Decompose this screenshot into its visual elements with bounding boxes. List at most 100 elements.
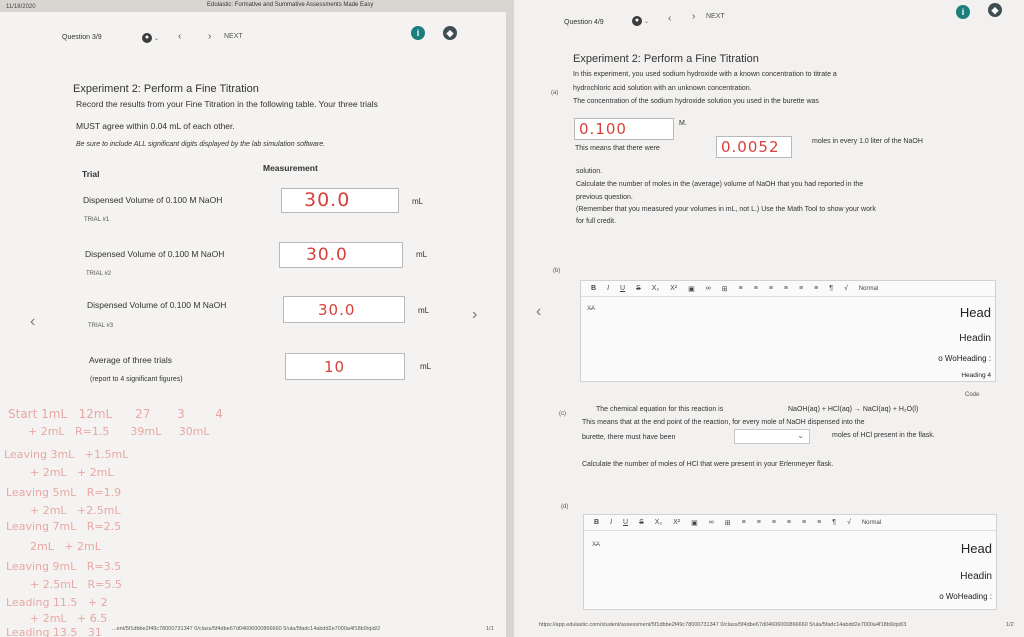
- align-center-icon[interactable]: ≡: [757, 519, 761, 526]
- style-heading-2[interactable]: o WoHeading :: [939, 592, 992, 601]
- left-scroll-arrow-icon[interactable]: ‹: [30, 313, 35, 331]
- part-c-line-3b: moles of HCl present in the flask.: [832, 432, 935, 439]
- underline-button[interactable]: U: [623, 519, 628, 526]
- next-arrow-icon[interactable]: ›: [692, 11, 695, 22]
- instructions-line-2: MUST agree within 0.04 mL of each other.: [76, 121, 235, 131]
- part-b-label: (b): [553, 268, 561, 274]
- moles-per-liter-input[interactable]: 0.0052: [716, 136, 792, 158]
- mole-ratio-select[interactable]: ⌄: [734, 429, 810, 444]
- trial-1-sub: TRIAL #1: [84, 217, 110, 223]
- style-heading-2[interactable]: o WoHeading :: [938, 354, 991, 363]
- prev-arrow-icon[interactable]: ‹: [178, 31, 181, 42]
- col-measurement-header: Measurement: [263, 163, 318, 173]
- concentration-input[interactable]: 0.100: [574, 118, 674, 140]
- image-icon[interactable]: ▣: [691, 519, 698, 527]
- bold-button[interactable]: B: [594, 519, 599, 526]
- trial-1-input[interactable]: 30.0: [281, 188, 399, 213]
- info-icon[interactable]: i: [956, 5, 970, 19]
- next-arrow-icon[interactable]: ›: [208, 31, 211, 42]
- justify-icon[interactable]: ≡: [784, 285, 788, 292]
- style-head[interactable]: Head: [961, 541, 992, 556]
- style-heading-4[interactable]: Heading 4: [961, 372, 991, 379]
- print-title: Edulastic: Formative and Summative Asses…: [207, 2, 374, 8]
- justify-icon[interactable]: ≡: [787, 519, 791, 526]
- style-head[interactable]: Head: [960, 305, 991, 320]
- trial-1-label: Dispensed Volume of 0.100 M NaOH: [83, 195, 223, 205]
- math-sqrt-icon[interactable]: √: [847, 519, 851, 526]
- italic-button[interactable]: I: [607, 285, 609, 292]
- style-heading-1[interactable]: Headin: [959, 333, 991, 344]
- trial-2-value: 30.0: [306, 245, 348, 265]
- print-footer-page: 1/1: [486, 626, 494, 632]
- calc-line-2: previous question.: [576, 194, 633, 201]
- link-icon[interactable]: ∞: [709, 519, 714, 526]
- chevron-down-icon[interactable]: ⌄: [154, 35, 159, 42]
- question-label: Question 4/9: [564, 19, 604, 26]
- info-icon[interactable]: i: [411, 26, 425, 40]
- ordered-list-icon[interactable]: ≡: [802, 519, 806, 526]
- align-center-icon[interactable]: ≡: [754, 285, 758, 292]
- average-input[interactable]: 10: [285, 353, 405, 380]
- link-icon[interactable]: ∞: [706, 285, 711, 292]
- chemical-equation: NaOH(aq) + HCl(aq) → NaCl(aq) + H₂O(l): [788, 406, 919, 413]
- subscript-button[interactable]: X₂: [652, 285, 659, 292]
- style-code[interactable]: Code: [965, 389, 979, 401]
- solution-label: solution.: [576, 168, 603, 175]
- concentration-value: 0.100: [579, 120, 627, 138]
- average-unit: mL: [420, 362, 432, 371]
- style-heading-1[interactable]: Headin: [960, 571, 992, 582]
- table-icon[interactable]: ⊞: [722, 285, 728, 293]
- col-trial-header: Trial: [82, 169, 100, 179]
- prev-arrow-icon[interactable]: ‹: [668, 13, 671, 24]
- clear-format-icon[interactable]: X̶A: [592, 539, 600, 551]
- table-icon[interactable]: ⊞: [725, 519, 731, 527]
- experiment-title: Experiment 2: Perform a Fine Titration: [573, 53, 759, 65]
- image-icon[interactable]: ▣: [688, 285, 695, 293]
- trial-2-sub: TRIAL #2: [86, 271, 112, 277]
- calc-line-1: Calculate the number of moles in the (av…: [576, 181, 864, 188]
- unordered-list-icon[interactable]: ≡: [814, 285, 818, 292]
- strike-button[interactable]: S: [636, 285, 641, 292]
- average-sub: (report to 4 significant figures): [90, 376, 183, 383]
- align-left-icon[interactable]: ≡: [739, 285, 743, 292]
- align-right-icon[interactable]: ≡: [769, 285, 773, 292]
- math-sqrt-icon[interactable]: √: [844, 285, 848, 292]
- paragraph-icon[interactable]: ¶: [832, 519, 836, 526]
- editor-toolbar: B I U S X₂ X² ▣ ∞ ⊞ ≡ ≡ ≡ ≡ ≡ ≡ ¶ √ Norm…: [581, 281, 995, 297]
- align-right-icon[interactable]: ≡: [772, 519, 776, 526]
- ordered-list-icon[interactable]: ≡: [799, 285, 803, 292]
- superscript-button[interactable]: X²: [673, 519, 680, 526]
- accessibility-icon[interactable]: ●: [632, 16, 642, 26]
- chevron-down-icon[interactable]: ⌄: [644, 18, 649, 25]
- unordered-list-icon[interactable]: ≡: [817, 519, 821, 526]
- left-scroll-arrow-icon[interactable]: ‹: [536, 303, 541, 321]
- align-left-icon[interactable]: ≡: [742, 519, 746, 526]
- normal-style-label[interactable]: Normal: [859, 286, 878, 292]
- next-button[interactable]: NEXT: [224, 33, 243, 40]
- trial-3-input[interactable]: 30.0: [283, 296, 405, 323]
- part-a-line-2: hydrochloric acid solution with an unkno…: [573, 85, 752, 92]
- italic-button[interactable]: I: [610, 519, 612, 526]
- bold-button[interactable]: B: [591, 285, 596, 292]
- normal-style-label[interactable]: Normal: [862, 520, 881, 526]
- underline-button[interactable]: U: [620, 285, 625, 292]
- this-means-label: This means that there were: [575, 145, 660, 152]
- print-footer-url: https://app.edulastic.com/student/assess…: [539, 622, 907, 628]
- left-sheet: Question 3/9 ● ⌄ ‹ › NEXT i ◆ Experiment…: [0, 12, 506, 637]
- subscript-button[interactable]: X₂: [655, 519, 662, 526]
- right-scroll-arrow-icon[interactable]: ›: [472, 306, 477, 324]
- trial-2-input[interactable]: 30.0: [279, 242, 403, 268]
- math-editor-d[interactable]: B I U S X₂ X² ▣ ∞ ⊞ ≡ ≡ ≡ ≡ ≡ ≡ ¶ √ Norm…: [583, 514, 997, 610]
- accessibility-icon[interactable]: ●: [142, 33, 152, 43]
- next-button[interactable]: NEXT: [706, 13, 725, 20]
- strike-button[interactable]: S: [639, 519, 644, 526]
- experiment-title: Experiment 2: Perform a Fine Titration: [73, 83, 259, 95]
- equation-intro: The chemical equation for this reaction …: [596, 406, 724, 413]
- settings-icon[interactable]: ◆: [988, 3, 1002, 17]
- superscript-button[interactable]: X²: [670, 285, 677, 292]
- paragraph-icon[interactable]: ¶: [829, 285, 833, 292]
- math-editor-b[interactable]: B I U S X₂ X² ▣ ∞ ⊞ ≡ ≡ ≡ ≡ ≡ ≡ ¶ √ Norm…: [580, 280, 996, 382]
- clear-format-icon[interactable]: X̶A: [587, 303, 595, 315]
- average-value: 10: [324, 358, 346, 376]
- settings-icon[interactable]: ◆: [443, 26, 457, 40]
